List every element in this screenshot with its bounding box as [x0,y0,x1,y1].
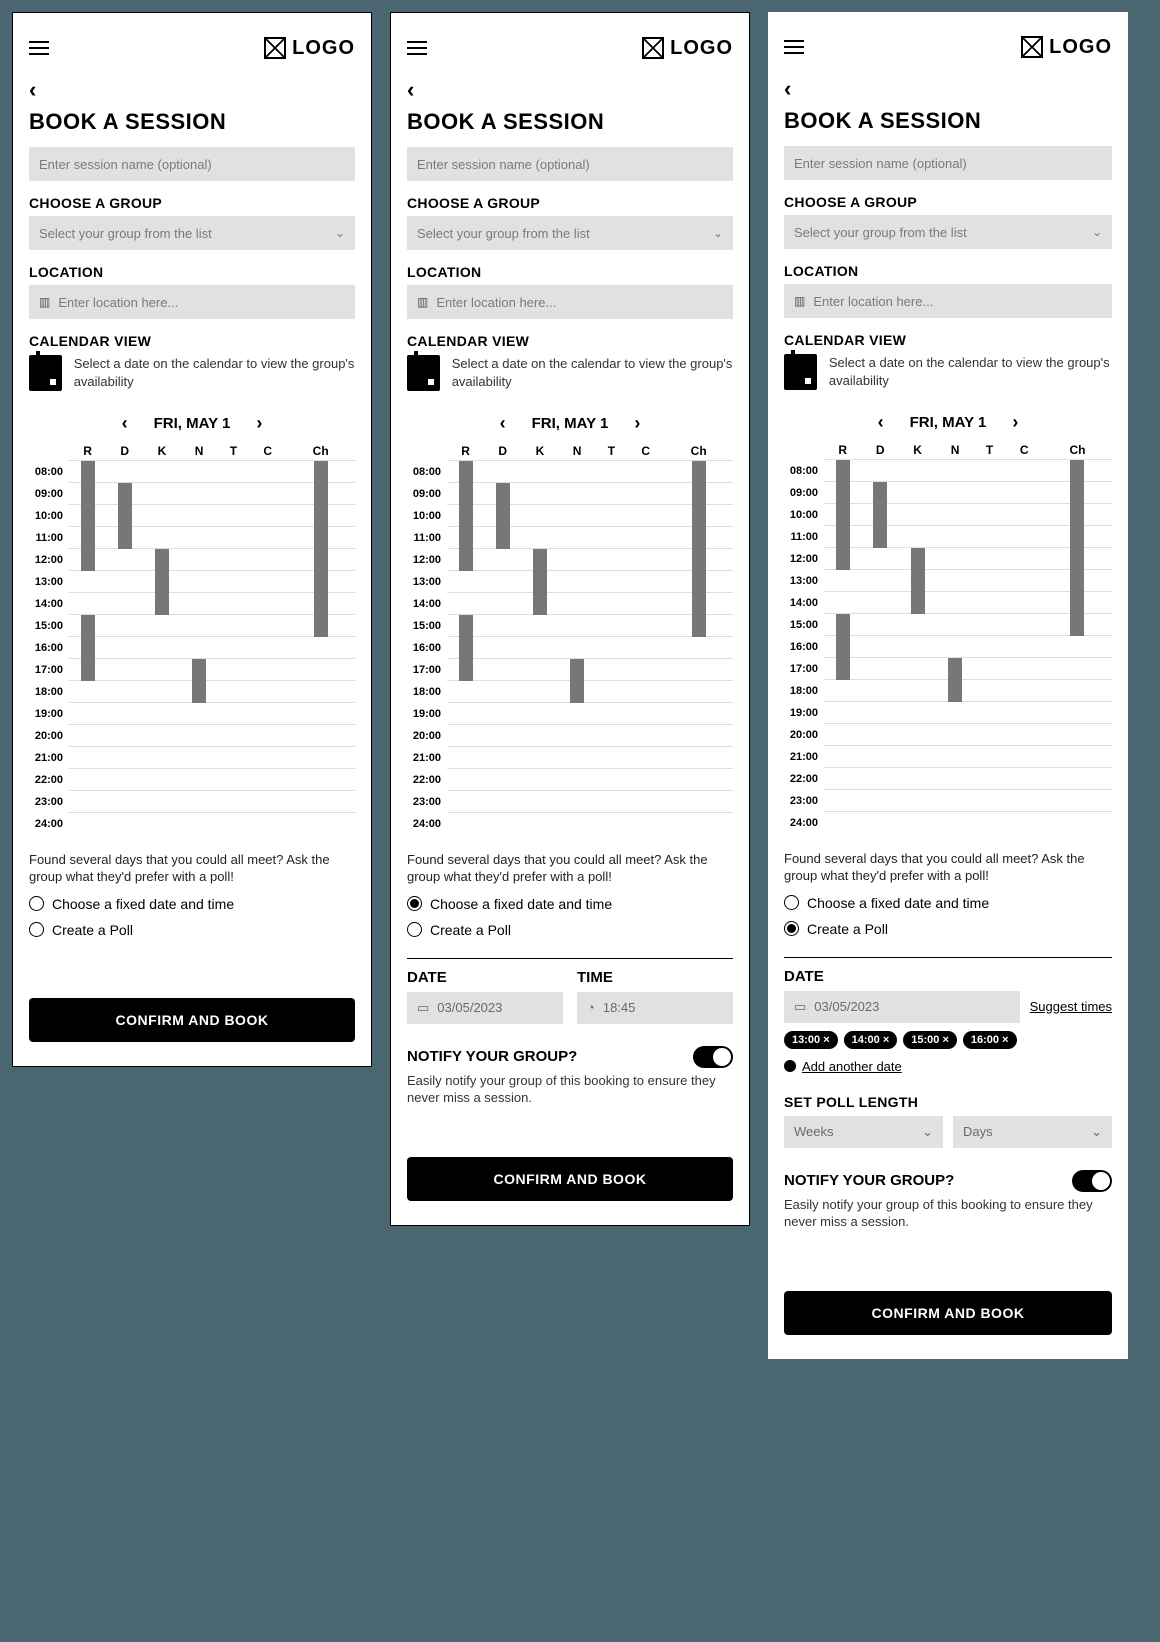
location-label: LOCATION [29,264,355,280]
radio-poll[interactable]: Create a Poll [784,921,1112,937]
location-input[interactable]: ▥Enter location here... [29,285,355,319]
poll-note: Found several days that you could all me… [29,851,355,886]
chevron-down-icon: ⌄ [713,226,723,240]
time-input[interactable]: ◔18:45 [577,992,733,1024]
menu-icon[interactable] [29,41,49,55]
calendar-icon [29,355,62,391]
chevron-down-icon: ⌄ [922,1124,933,1140]
calendar-icon [784,354,817,390]
location-input[interactable]: ▥Enter location here... [407,285,733,319]
page-title: BOOK A SESSION [784,108,1112,134]
confirm-button[interactable]: CONFIRM AND BOOK [407,1157,733,1201]
add-another-date[interactable]: Add another date [784,1059,1112,1074]
notify-toggle[interactable] [693,1046,733,1068]
notify-desc: Easily notify your group of this booking… [407,1072,733,1107]
session-name-input[interactable]: Enter session name (optional) [784,146,1112,180]
map-icon: ▥ [794,294,805,308]
calendar-label: CALENDAR VIEW [29,333,355,349]
logo-icon [1021,36,1043,58]
notify-title: NOTIFY YOUR GROUP? [407,1048,577,1065]
current-date: FRI, MAY 1 [910,414,987,431]
suggest-times-link[interactable]: Suggest times [1030,999,1112,1014]
calendar-small-icon: ▭ [794,999,806,1015]
location-label: LOCATION [407,264,733,280]
radio-fixed[interactable]: Choose a fixed date and time [29,896,355,912]
session-name-input[interactable]: Enter session name (optional) [407,147,733,181]
notify-title: NOTIFY YOUR GROUP? [784,1172,954,1189]
radio-poll[interactable]: Create a Poll [29,922,355,938]
back-button[interactable]: ‹ [784,76,1112,102]
radio-fixed[interactable]: Choose a fixed date and time [407,896,733,912]
map-icon: ▥ [39,295,50,309]
logo-icon [264,37,286,59]
page-title: BOOK A SESSION [407,109,733,135]
current-date: FRI, MAY 1 [154,415,231,432]
group-label: CHOOSE A GROUP [784,194,1112,210]
group-label: CHOOSE A GROUP [29,195,355,211]
screen-fixed-date: LOGO ‹ BOOK A SESSION Enter session name… [390,12,750,1226]
date-label: DATE [784,968,1112,985]
group-select[interactable]: Select your group from the list⌄ [29,216,355,250]
calendar-desc: Select a date on the calendar to view th… [74,355,355,390]
logo: LOGO [1021,36,1112,59]
group-select[interactable]: Select your group from the list⌄ [784,215,1112,249]
logo: LOGO [264,37,355,60]
notify-desc: Easily notify your group of this booking… [784,1196,1112,1231]
poll-note: Found several days that you could all me… [784,850,1112,885]
time-chip[interactable]: 14:00 × [844,1031,898,1049]
radio-fixed[interactable]: Choose a fixed date and time [784,895,1112,911]
calendar-label: CALENDAR VIEW [407,333,733,349]
menu-icon[interactable] [407,41,427,55]
calendar-label: CALENDAR VIEW [784,332,1112,348]
availability-grid[interactable]: RDKNTCCh08:0009:0010:0011:0012:0013:0014… [407,442,733,835]
chevron-down-icon: ⌄ [335,226,345,240]
session-name-input[interactable]: Enter session name (optional) [29,147,355,181]
chevron-down-icon: ⌄ [1092,225,1102,239]
availability-grid[interactable]: RDKNTCCh08:0009:0010:0011:0012:0013:0014… [29,442,355,835]
calendar-icon [407,355,440,391]
location-input[interactable]: ▥Enter location here... [784,284,1112,318]
logo-icon [642,37,664,59]
notify-toggle[interactable] [1072,1170,1112,1192]
date-input[interactable]: ▭03/05/2023 [407,992,563,1024]
poll-date-input[interactable]: ▭03/05/2023 [784,991,1020,1023]
calendar-desc: Select a date on the calendar to view th… [452,355,733,390]
poll-length-label: SET POLL LENGTH [784,1094,1112,1110]
clock-icon: ◔ [587,1000,595,1015]
time-chips: 13:00 × 14:00 × 15:00 × 16:00 × [784,1031,1112,1049]
weeks-select[interactable]: Weeks⌄ [784,1116,943,1148]
time-chip[interactable]: 16:00 × [963,1031,1017,1049]
days-select[interactable]: Days⌄ [953,1116,1112,1148]
calendar-desc: Select a date on the calendar to view th… [829,354,1112,389]
back-button[interactable]: ‹ [407,77,733,103]
logo: LOGO [642,37,733,60]
group-label: CHOOSE A GROUP [407,195,733,211]
page-title: BOOK A SESSION [29,109,355,135]
current-date: FRI, MAY 1 [532,415,609,432]
back-button[interactable]: ‹ [29,77,355,103]
time-chip[interactable]: 15:00 × [903,1031,957,1049]
chevron-down-icon: ⌄ [1091,1124,1102,1140]
location-label: LOCATION [784,263,1112,279]
next-day-button[interactable]: › [1012,412,1018,433]
group-select[interactable]: Select your group from the list⌄ [407,216,733,250]
screen-poll: LOGO ‹ BOOK A SESSION Enter session name… [768,12,1128,1359]
availability-grid[interactable]: RDKNTCCh08:0009:0010:0011:0012:0013:0014… [784,441,1112,834]
prev-day-button[interactable]: ‹ [878,412,884,433]
time-label: TIME [577,969,733,986]
prev-day-button[interactable]: ‹ [500,413,506,434]
next-day-button[interactable]: › [634,413,640,434]
menu-icon[interactable] [784,40,804,54]
screen-default: LOGO ‹ BOOK A SESSION Enter session name… [12,12,372,1067]
calendar-small-icon: ▭ [417,1000,429,1016]
prev-day-button[interactable]: ‹ [122,413,128,434]
map-icon: ▥ [417,295,428,309]
time-chip[interactable]: 13:00 × [784,1031,838,1049]
radio-poll[interactable]: Create a Poll [407,922,733,938]
confirm-button[interactable]: CONFIRM AND BOOK [29,998,355,1042]
next-day-button[interactable]: › [256,413,262,434]
date-label: DATE [407,969,563,986]
poll-note: Found several days that you could all me… [407,851,733,886]
confirm-button[interactable]: CONFIRM AND BOOK [784,1291,1112,1335]
